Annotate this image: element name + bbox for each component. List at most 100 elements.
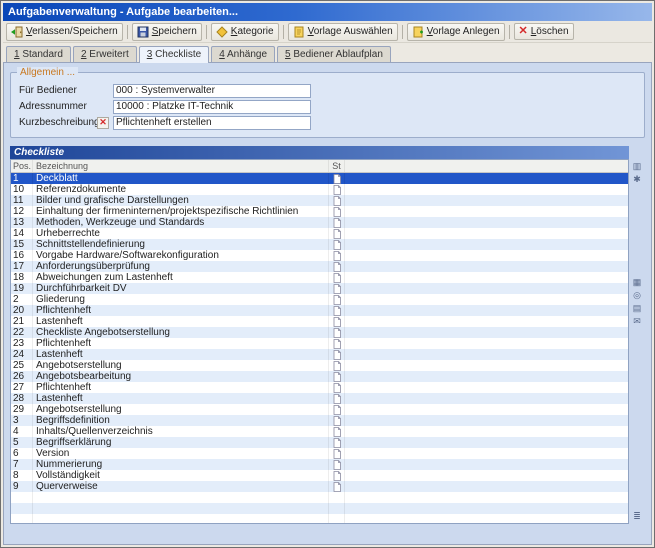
table-row[interactable]: 16Vorgabe Hardware/Softwarekonfiguration <box>11 250 628 261</box>
table-row[interactable]: 2Gliederung <box>11 294 628 305</box>
table-row[interactable]: 10Referenzdokumente <box>11 184 628 195</box>
table-row[interactable]: 23Pflichtenheft <box>11 338 628 349</box>
kurzbeschreibung-input[interactable] <box>113 116 311 130</box>
table-row[interactable] <box>11 514 628 523</box>
table-row[interactable]: 21Lastenheft <box>11 316 628 327</box>
grid-header[interactable]: Pos. Bezeichnung St <box>11 160 628 173</box>
row-bezeichnung <box>33 503 329 514</box>
main-toolbar: Verlassen/Speichern Speichern Kategorie … <box>3 21 652 43</box>
table-row[interactable]: 1Deckblatt <box>11 173 628 184</box>
row-bezeichnung: Begriffserklärung <box>33 437 329 448</box>
leave-save-button[interactable]: Verlassen/Speichern <box>6 23 123 41</box>
toolbar-separator <box>127 25 128 39</box>
document-icon <box>329 239 345 250</box>
row-bezeichnung: Querverweise <box>33 481 329 492</box>
table-row[interactable]: 8Vollständigkeit <box>11 470 628 481</box>
search-icon[interactable]: ◎ <box>631 290 643 301</box>
tab-checkliste[interactable]: 3 Checkliste <box>139 46 209 63</box>
column-header-filler <box>345 160 628 172</box>
row-bezeichnung: Urheberrechte <box>33 228 329 239</box>
row-bezeichnung: Deckblatt <box>33 173 329 184</box>
allgemein-groupbox: Allgemein ... Für Bediener Adressnummer … <box>10 72 645 138</box>
new-row-icon[interactable]: ✱ <box>631 174 643 185</box>
table-row[interactable]: 15Schnittstellendefinierung <box>11 239 628 250</box>
insert-icon[interactable]: ▦ <box>631 277 643 288</box>
document-icon <box>329 393 345 404</box>
table-row[interactable]: 3Begriffsdefinition <box>11 415 628 426</box>
table-row[interactable]: 9Querverweise <box>11 481 628 492</box>
table-row[interactable] <box>11 503 628 514</box>
column-header-bezeichnung[interactable]: Bezeichnung <box>33 160 329 172</box>
table-row[interactable]: 14Urheberrechte <box>11 228 628 239</box>
row-filler <box>345 338 628 349</box>
table-row[interactable]: 20Pflichtenheft <box>11 305 628 316</box>
document-icon <box>329 283 345 294</box>
table-row[interactable]: 12Einhaltung der firmeninternen/projekts… <box>11 206 628 217</box>
table-row[interactable]: 13Methoden, Werkzeuge und Standards <box>11 217 628 228</box>
table-row[interactable]: 11Bilder und grafische Darstellungen <box>11 195 628 206</box>
row-filler <box>345 261 628 272</box>
filter-icon[interactable]: ▥ <box>631 161 643 172</box>
column-header-status[interactable]: St <box>329 160 345 172</box>
template-select-icon <box>293 26 305 38</box>
table-row[interactable]: 17Anforderungsüberprüfung <box>11 261 628 272</box>
table-row[interactable]: 27Pflichtenheft <box>11 382 628 393</box>
memo-icon[interactable]: ▤ <box>631 303 643 314</box>
sum-icon[interactable]: ≣ <box>631 511 643 522</box>
category-button[interactable]: Kategorie <box>211 23 279 41</box>
row-filler <box>345 195 628 206</box>
table-row[interactable] <box>11 492 628 503</box>
table-row[interactable]: 22Checkliste Angebotserstellung <box>11 327 628 338</box>
tab-erweitert[interactable]: 2 Erweitert <box>73 46 137 62</box>
row-bezeichnung: Lastenheft <box>33 349 329 360</box>
row-bezeichnung: Nummerierung <box>33 459 329 470</box>
side-toolbar-bottom: ≣ <box>631 511 643 522</box>
field-label: Adressnummer <box>19 101 97 112</box>
table-row[interactable]: 6Version <box>11 448 628 459</box>
template-create-button[interactable]: Vorlage Anlegen <box>407 23 505 41</box>
document-icon <box>329 195 345 206</box>
table-row[interactable]: 4Inhalts/Quellenverzeichnis <box>11 426 628 437</box>
table-row[interactable]: 19Durchführbarkeit DV <box>11 283 628 294</box>
row-pos <box>11 492 33 503</box>
table-row[interactable]: 28Lastenheft <box>11 393 628 404</box>
document-icon <box>329 327 345 338</box>
row-bezeichnung: Pflichtenheft <box>33 305 329 316</box>
form-row: Kurzbeschreibung ✕ <box>19 115 636 130</box>
table-row[interactable]: 24Lastenheft <box>11 349 628 360</box>
column-header-pos[interactable]: Pos. <box>11 160 33 172</box>
grid-side-toolbar: ▥ ✱ ▦ ◎ ▤ ✉ ≣ <box>629 146 645 524</box>
table-row[interactable]: 29Angebotserstellung <box>11 404 628 415</box>
adressnummer-input[interactable] <box>113 100 311 114</box>
document-icon <box>329 261 345 272</box>
row-bezeichnung: Checkliste Angebotserstellung <box>33 327 329 338</box>
table-row[interactable]: 7Nummerierung <box>11 459 628 470</box>
tab-standard[interactable]: 1 Standard <box>6 46 71 62</box>
row-bezeichnung: Inhalts/Quellenverzeichnis <box>33 426 329 437</box>
row-bezeichnung: Gliederung <box>33 294 329 305</box>
row-pos: 17 <box>11 261 33 272</box>
save-button[interactable]: Speichern <box>132 23 202 41</box>
tab-anhaenge[interactable]: 4 Anhänge <box>211 46 275 62</box>
mail-icon[interactable]: ✉ <box>631 316 643 327</box>
row-bezeichnung: Pflichtenheft <box>33 338 329 349</box>
grid-rows: 1Deckblatt10Referenzdokumente11Bilder un… <box>11 173 628 523</box>
delete-button[interactable]: ✕ Löschen <box>514 23 574 40</box>
row-filler <box>345 316 628 327</box>
table-row[interactable]: 5Begriffserklärung <box>11 437 628 448</box>
document-icon <box>329 415 345 426</box>
row-filler <box>345 470 628 481</box>
document-icon <box>329 360 345 371</box>
template-select-button[interactable]: Vorlage Auswählen <box>288 23 398 41</box>
fuer-bediener-input[interactable] <box>113 84 311 98</box>
row-pos: 5 <box>11 437 33 448</box>
table-row[interactable]: 26Angebotsbearbeitung <box>11 371 628 382</box>
row-filler <box>345 349 628 360</box>
tab-bediener-ablaufplan[interactable]: 5 Bediener Ablaufplan <box>277 46 391 62</box>
field-label: Kurzbeschreibung <box>19 117 97 128</box>
red-x-icon[interactable]: ✕ <box>97 117 109 129</box>
row-filler <box>345 327 628 338</box>
table-row[interactable]: 25Angebotserstellung <box>11 360 628 371</box>
table-row[interactable]: 18Abweichungen zum Lastenheft <box>11 272 628 283</box>
row-bezeichnung: Durchführbarkeit DV <box>33 283 329 294</box>
